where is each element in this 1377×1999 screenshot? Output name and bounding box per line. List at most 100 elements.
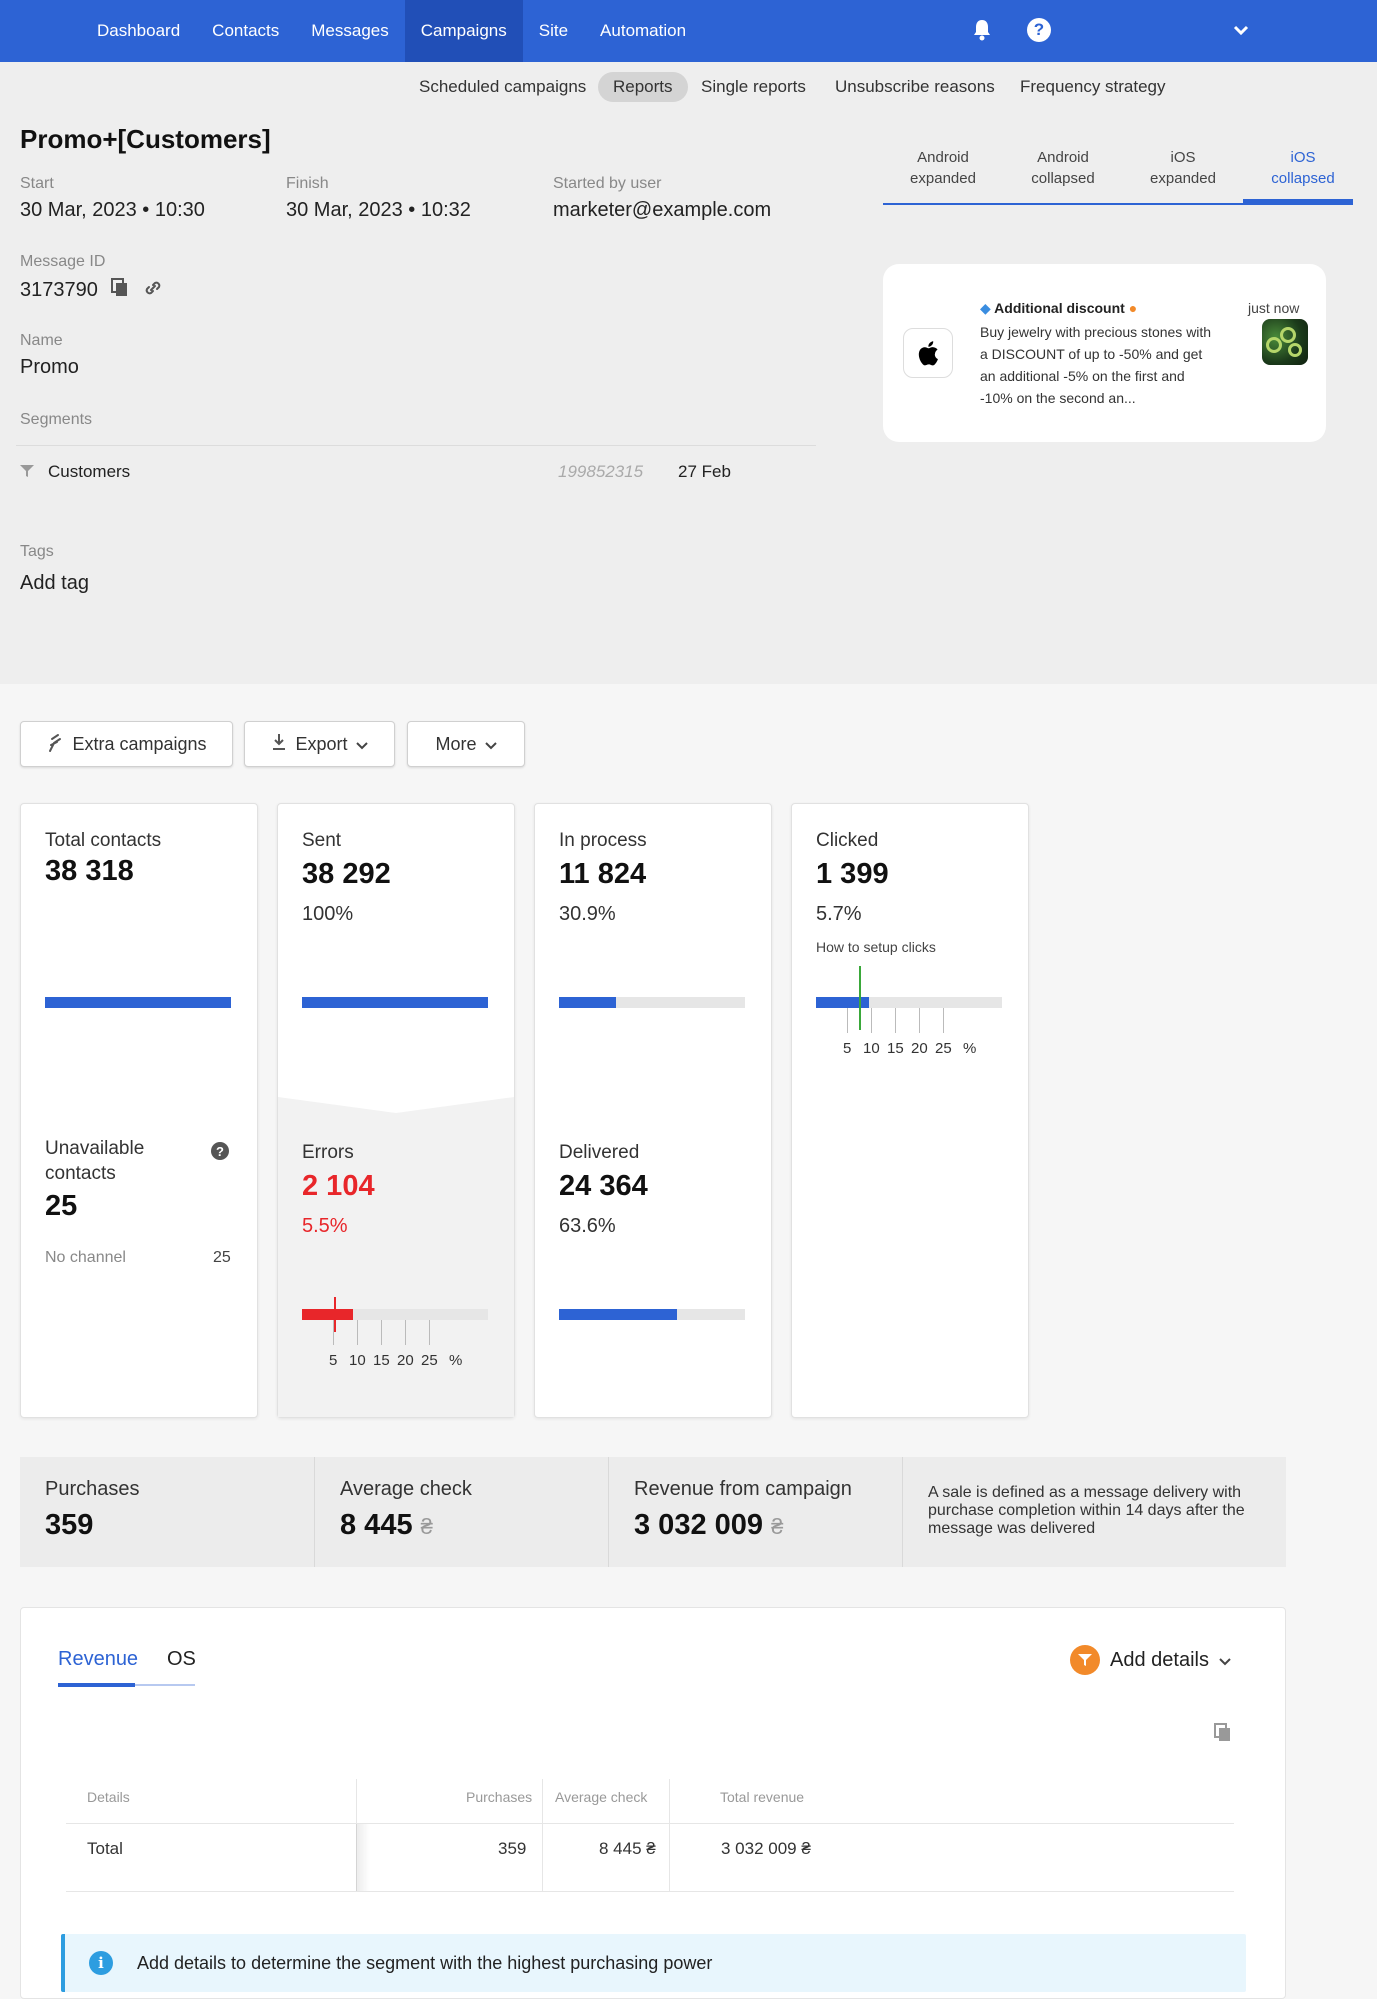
nav-campaigns[interactable]: Campaigns: [404, 0, 523, 62]
sent-card: Sent 38 292 100% Errors 2 104 5.5% 5 10 15…: [277, 803, 515, 1418]
finish-value: 30 Mar, 2023 • 10:32: [286, 199, 471, 221]
start-value: 30 Mar, 2023 • 10:30: [20, 199, 205, 221]
preview-tabs: Android expanded Android collapsed iOS expa…: [883, 147, 1353, 205]
download-icon: [271, 733, 287, 756]
notification-image: [1262, 319, 1308, 365]
in-process-card: In process 11 824 30.9% Delivered 24 364…: [534, 803, 772, 1418]
how-to-setup-clicks-link[interactable]: How to setup clicks: [816, 939, 936, 955]
scale-tick: [429, 1320, 430, 1345]
nav-dashboard[interactable]: Dashboard: [81, 0, 196, 62]
purchases-label: Purchases: [45, 1478, 140, 1500]
scale-tick: [381, 1320, 382, 1345]
copy-icon[interactable]: [111, 278, 129, 303]
scale-label: %: [449, 1352, 463, 1369]
copy-icon[interactable]: [1214, 1723, 1232, 1748]
errors-value: 2 104: [302, 1170, 375, 1202]
info-text: Add details to determine the segment wit…: [137, 1952, 713, 1973]
delivered-percent: 63.6%: [559, 1215, 616, 1237]
extra-campaigns-button[interactable]: Extra campaigns: [20, 721, 233, 767]
scale-tick: [919, 1008, 920, 1033]
subtab-reports[interactable]: Reports: [598, 72, 688, 102]
scale-label: 20: [911, 1040, 928, 1057]
unavailable-contacts-value: 25: [45, 1190, 78, 1222]
segments-label: Segments: [20, 411, 93, 428]
name-label: Name: [20, 332, 63, 349]
push-notification-preview: ◆ Additional discount ● Buy jewelry with…: [883, 264, 1326, 442]
tab-ios-expanded[interactable]: iOS expanded: [1123, 147, 1243, 189]
total-contacts-value: 38 318: [45, 855, 134, 887]
notification-title: ◆ Additional discount ●: [980, 300, 1138, 316]
scale-label: 25: [421, 1352, 438, 1369]
segments-divider: [16, 445, 816, 446]
sent-label: Sent: [302, 830, 342, 851]
bell-icon[interactable]: [968, 16, 996, 44]
subtab-frequency-strategy[interactable]: Frequency strategy: [1005, 72, 1181, 102]
help-icon[interactable]: ?: [1025, 16, 1053, 44]
export-button[interactable]: Export: [244, 721, 395, 767]
total-contacts-label: Total contacts: [45, 830, 162, 851]
unavailable-contacts-label: Unavailable contacts: [45, 1138, 145, 1184]
in-process-label: In process: [559, 830, 647, 851]
nav-automation[interactable]: Automation: [584, 0, 702, 62]
subtab-scheduled-campaigns[interactable]: Scheduled campaigns: [404, 72, 601, 102]
notification-time: just now: [1248, 300, 1300, 316]
scale-tick: [895, 1008, 896, 1033]
chevron-down-icon: [1219, 1649, 1231, 1672]
finish-label: Finish: [286, 175, 329, 192]
segment-id: 199852315: [558, 462, 644, 481]
tab-os[interactable]: OS: [167, 1648, 196, 1671]
nav-site[interactable]: Site: [523, 0, 584, 62]
scale-tick: [871, 1008, 872, 1033]
no-channel-value: 25: [213, 1249, 231, 1266]
started-by-value: marketer@example.com: [553, 199, 772, 221]
help-icon[interactable]: ?: [211, 1142, 229, 1160]
scale-tick: [333, 1320, 334, 1345]
info-icon: i: [89, 1951, 113, 1975]
fire-icon: ●: [1128, 300, 1138, 316]
tab-android-collapsed[interactable]: Android collapsed: [1003, 147, 1123, 189]
errors-bar: [302, 1309, 488, 1320]
active-tab-indicator: [58, 1683, 135, 1687]
in-process-percent: 30.9%: [559, 903, 616, 925]
message-id-row: 3173790: [20, 278, 163, 303]
errors-label: Errors: [302, 1142, 354, 1163]
sale-definition-note: A sale is defined as a message delivery …: [928, 1484, 1245, 1537]
subtab-single-reports[interactable]: Single reports: [686, 72, 821, 102]
sent-percent: 100%: [302, 903, 354, 925]
link-icon[interactable]: [143, 278, 163, 303]
total-contacts-card: Total contacts 38 318 Unavailable contac…: [20, 803, 258, 1418]
average-check-label: Average check: [340, 1478, 472, 1500]
scale-label: 5: [329, 1352, 338, 1369]
scale-tick: [943, 1008, 944, 1033]
segment-row[interactable]: Customers 199852315 27 Feb: [20, 460, 820, 486]
clicked-value: 1 399: [816, 858, 889, 890]
more-button[interactable]: More: [407, 721, 525, 767]
clicked-marker: [859, 966, 861, 1030]
add-details-button[interactable]: Add details: [1070, 1645, 1231, 1675]
tab-ios-collapsed[interactable]: iOS collapsed: [1243, 147, 1363, 189]
chevron-down-icon[interactable]: [1227, 16, 1255, 44]
apple-icon: [903, 328, 953, 378]
started-by-label: Started by user: [553, 175, 662, 192]
delivered-label: Delivered: [559, 1142, 640, 1163]
subtab-unsubscribe-reasons[interactable]: Unsubscribe reasons: [820, 72, 1010, 102]
diamond-icon: ◆: [980, 300, 991, 316]
scale-label: %: [963, 1040, 977, 1057]
clicked-label: Clicked: [816, 830, 879, 851]
nav-contacts[interactable]: Contacts: [196, 0, 295, 62]
page-title: Promo+[Customers]: [20, 124, 271, 154]
info-banner: i Add details to determine the segment w…: [61, 1934, 1246, 1992]
in-process-bar: [559, 997, 745, 1008]
no-channel-label: No channel: [45, 1249, 126, 1266]
scale-tick: [847, 1008, 848, 1033]
revenue-value: 3 032 009 ₴: [634, 1509, 784, 1541]
tab-revenue[interactable]: Revenue: [58, 1648, 138, 1671]
clicked-bar: [816, 997, 1002, 1008]
scale-label: 25: [935, 1040, 952, 1057]
revenue-cell: Revenue from campaign 3 032 009 ₴: [609, 1457, 903, 1567]
tab-android-expanded[interactable]: Android expanded: [883, 147, 1003, 189]
nav-messages[interactable]: Messages: [295, 0, 404, 62]
header-average-check: Average check: [555, 1789, 648, 1805]
tags-label: Tags: [20, 543, 54, 560]
add-tag-link[interactable]: Add tag: [20, 572, 89, 595]
